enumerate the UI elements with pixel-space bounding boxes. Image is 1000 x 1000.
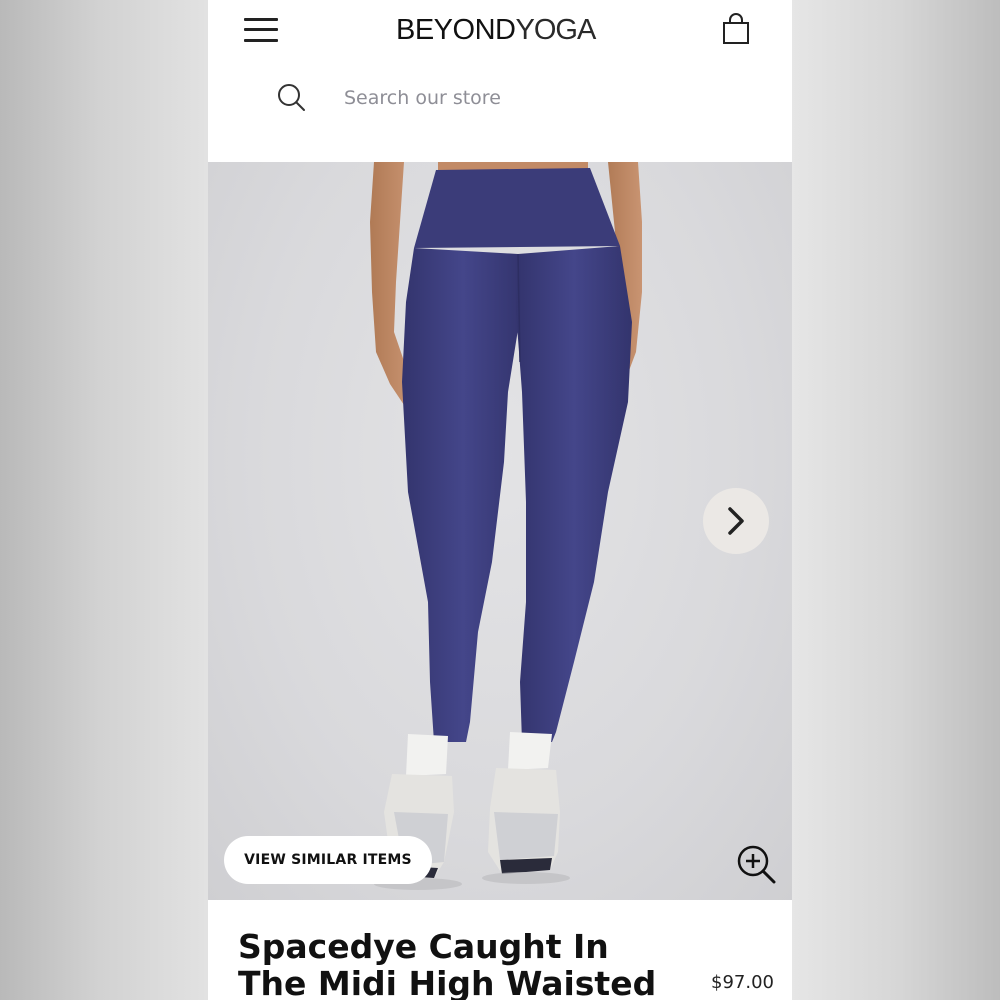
view-similar-items-button[interactable]: VIEW SIMILAR ITEMS	[224, 836, 432, 884]
product-price: $97.00	[711, 972, 774, 993]
product-title: Spacedye Caught In The Midi High Waisted	[238, 927, 657, 1000]
shopping-bag-icon[interactable]	[720, 12, 752, 46]
next-image-button[interactable]	[703, 488, 769, 554]
brand-logo-bold: BEYOND	[396, 14, 516, 46]
chevron-right-icon	[728, 507, 744, 535]
site-header: BEYONDYOGA	[208, 0, 792, 62]
brand-logo[interactable]: BEYONDYOGA	[396, 14, 626, 48]
mobile-page: BEYONDYOGA Search our store VIEW SIMILAR…	[208, 0, 792, 1000]
hamburger-menu-icon[interactable]	[242, 14, 280, 44]
product-image[interactable]: VIEW SIMILAR ITEMS	[208, 162, 792, 900]
zoom-in-icon[interactable]	[736, 844, 778, 886]
search-bar	[208, 70, 792, 130]
product-info: Spacedye Caught In The Midi High Waisted…	[208, 900, 792, 1000]
search-input[interactable]	[338, 80, 730, 116]
brand-logo-light: YOGA	[515, 14, 596, 46]
search-icon[interactable]	[276, 82, 308, 114]
